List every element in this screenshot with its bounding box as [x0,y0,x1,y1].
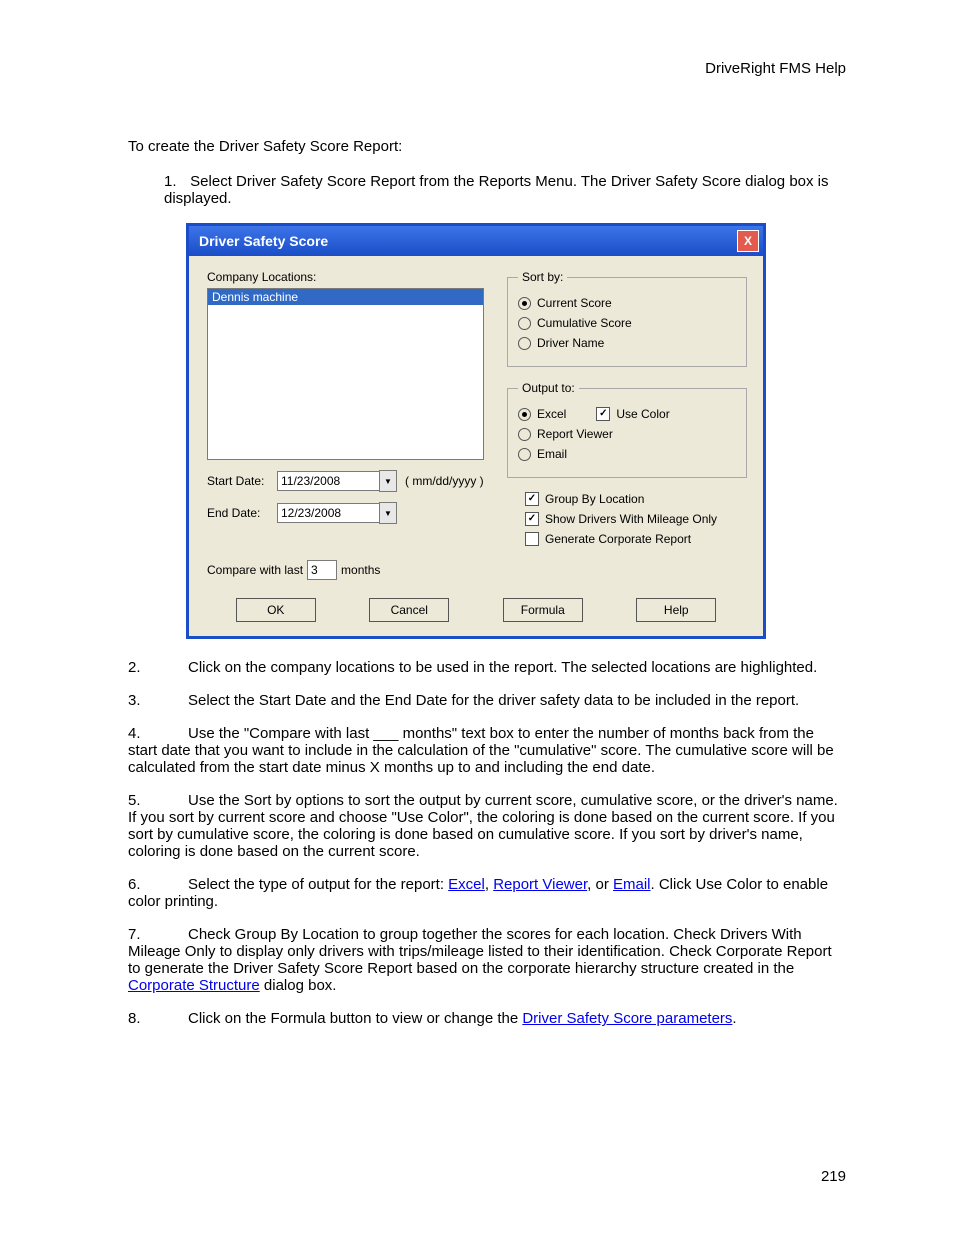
chevron-down-icon[interactable]: ▼ [379,470,397,492]
dialog-title: Driver Safety Score [199,230,328,252]
compare-months-input[interactable] [307,560,337,580]
checkbox-icon [525,492,539,506]
close-icon[interactable]: X [737,230,759,252]
step-5: 5.Use the Sort by options to sort the ou… [128,792,846,860]
radio-icon [518,428,531,441]
page-header: DriveRight FMS Help [128,60,846,77]
checkbox-use-color[interactable]: Use Color [596,407,669,421]
company-locations-label: Company Locations: [207,270,507,284]
excel-link[interactable]: Excel [448,876,485,893]
help-button[interactable]: Help [636,598,716,622]
corporate-structure-link[interactable]: Corporate Structure [128,977,260,994]
dialog-titlebar[interactable]: Driver Safety Score X [189,226,763,256]
date-format-hint: ( mm/dd/yyyy ) [405,474,484,488]
end-date-input[interactable] [277,503,380,523]
checkbox-icon [596,407,610,421]
formula-button[interactable]: Formula [503,598,583,622]
start-date-label: Start Date: [207,474,277,488]
driver-safety-score-dialog: Driver Safety Score X Company Locations:… [186,223,766,639]
end-date-label: End Date: [207,506,277,520]
radio-icon [518,448,531,461]
step-3: 3.Select the Start Date and the End Date… [128,692,846,709]
checkbox-icon [525,532,539,546]
ok-button[interactable]: OK [236,598,316,622]
safety-score-params-link[interactable]: Driver Safety Score parameters [522,1010,732,1027]
start-date-input[interactable] [277,471,380,491]
step-1-text: Select Driver Safety Score Report from t… [164,173,829,207]
radio-email[interactable]: Email [518,447,736,461]
radio-current-score[interactable]: Current Score [518,296,736,310]
step-8: 8.Click on the Formula button to view or… [128,1010,846,1027]
output-to-legend: Output to: [518,381,579,395]
step-1: 1. Select Driver Safety Score Report fro… [164,173,846,207]
report-viewer-link[interactable]: Report Viewer [493,876,587,893]
step-7: 7.Check Group By Location to group toget… [128,926,846,994]
radio-excel[interactable]: Excel [518,407,566,421]
email-link[interactable]: Email [613,876,651,893]
radio-icon [518,317,531,330]
sort-by-group: Sort by: Current Score Cumulative Score … [507,270,747,367]
cancel-button[interactable]: Cancel [369,598,449,622]
checkbox-mileage-only[interactable]: Show Drivers With Mileage Only [525,512,747,526]
radio-cumulative-score[interactable]: Cumulative Score [518,316,736,330]
compare-label-suffix: months [341,563,380,577]
step-2: 2.Click on the company locations to be u… [128,659,846,676]
radio-icon [518,408,531,421]
radio-icon [518,337,531,350]
chevron-down-icon[interactable]: ▼ [379,502,397,524]
list-item[interactable]: Dennis machine [208,289,483,305]
output-to-group: Output to: Excel Use Color Report Viewer… [507,381,747,478]
checkbox-corporate-report[interactable]: Generate Corporate Report [525,532,747,546]
radio-icon [518,297,531,310]
step-1-num: 1. [164,173,186,190]
company-locations-listbox[interactable]: Dennis machine [207,288,484,460]
step-4: 4.Use the "Compare with last ___ months"… [128,725,846,776]
sort-by-legend: Sort by: [518,270,567,284]
checkbox-group-by-location[interactable]: Group By Location [525,492,747,506]
radio-report-viewer[interactable]: Report Viewer [518,427,736,441]
compare-label-prefix: Compare with last [207,563,303,577]
intro-text: To create the Driver Safety Score Report… [128,137,846,157]
checkbox-icon [525,512,539,526]
page-number: 219 [821,1168,846,1185]
step-6: 6.Select the type of output for the repo… [128,876,846,910]
radio-driver-name[interactable]: Driver Name [518,336,736,350]
